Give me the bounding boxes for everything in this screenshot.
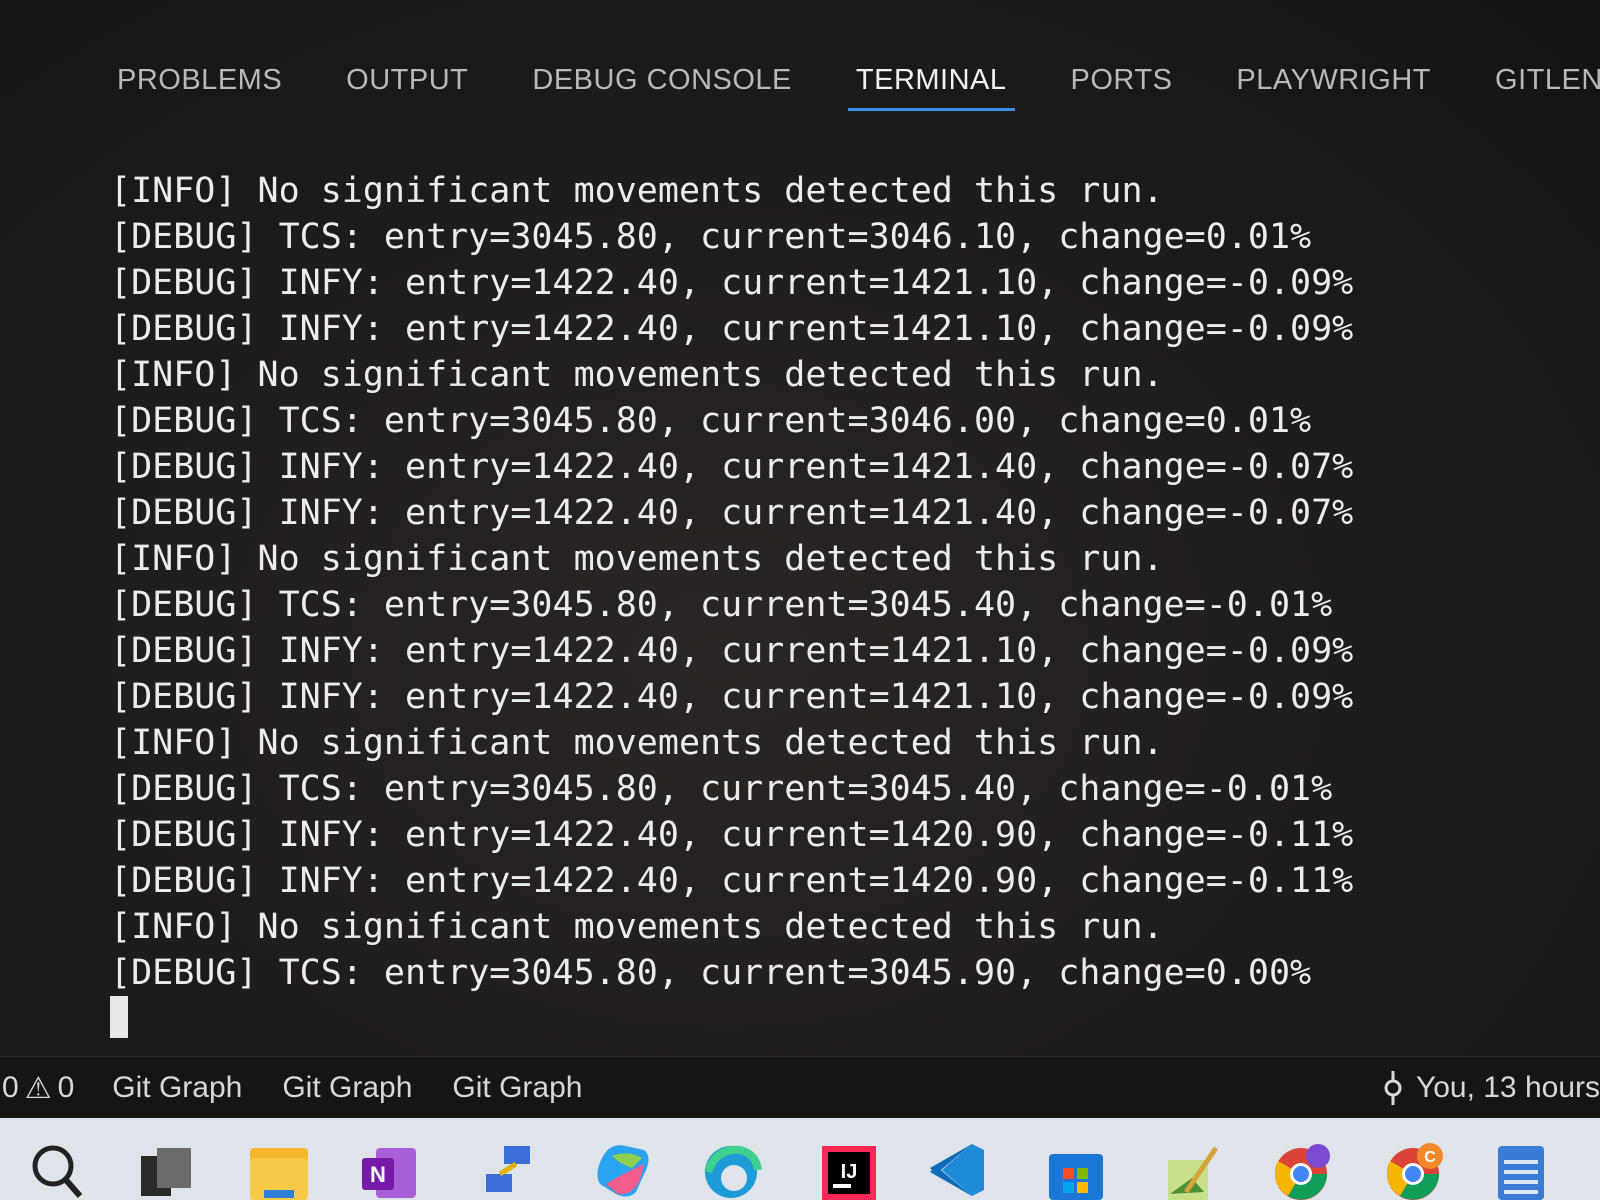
terminal-line: [INFO] No significant movements detected… bbox=[110, 907, 1164, 947]
terminal-line: [DEBUG] TCS: entry=3045.80, current=3046… bbox=[110, 401, 1312, 441]
onenote-icon[interactable]: N bbox=[358, 1134, 420, 1200]
terminal-line: [INFO] No significant movements detected… bbox=[110, 355, 1164, 395]
tab-playwright[interactable]: PLAYWRIGHT bbox=[1234, 58, 1433, 111]
svg-text:IJ: IJ bbox=[841, 1161, 858, 1183]
terminal-line: [INFO] No significant movements detected… bbox=[110, 723, 1164, 763]
git-graph-button[interactable]: Git Graph bbox=[452, 1071, 582, 1105]
terminal-line: [INFO] No significant movements detected… bbox=[110, 539, 1164, 579]
blame-text: You, 13 hours bbox=[1415, 1071, 1600, 1104]
git-graph-button[interactable]: Git Graph bbox=[282, 1071, 412, 1105]
terminal-line: [DEBUG] INFY: entry=1422.40, current=142… bbox=[110, 631, 1354, 671]
terminal-line: [DEBUG] INFY: entry=1422.40, current=142… bbox=[110, 447, 1354, 487]
warning-icon: ⚠ bbox=[24, 1071, 52, 1105]
terminal-line: [DEBUG] INFY: entry=1422.40, current=142… bbox=[110, 861, 1354, 901]
file-explorer-icon[interactable] bbox=[248, 1134, 310, 1200]
terminal-line: [DEBUG] TCS: entry=3045.80, current=3045… bbox=[110, 769, 1333, 809]
terminal-output[interactable]: [INFO] No significant movements detected… bbox=[110, 168, 1550, 1048]
tab-debug-console[interactable]: DEBUG CONSOLE bbox=[530, 58, 794, 111]
panel-tab-bar: PROBLEMS OUTPUT DEBUG CONSOLE TERMINAL P… bbox=[115, 58, 1600, 128]
tab-output[interactable]: OUTPUT bbox=[344, 58, 470, 111]
chrome-canary-icon[interactable]: C bbox=[1382, 1134, 1444, 1200]
intellij-icon[interactable]: IJ bbox=[818, 1134, 880, 1200]
terminal-line: [DEBUG] TCS: entry=3045.80, current=3046… bbox=[110, 217, 1312, 257]
vscode-window: PROBLEMS OUTPUT DEBUG CONSOLE TERMINAL P… bbox=[0, 0, 1600, 1200]
tab-terminal[interactable]: TERMINAL bbox=[847, 58, 1015, 111]
network-icon[interactable] bbox=[478, 1134, 540, 1200]
terminal-prompt-line bbox=[110, 996, 1550, 1042]
tab-gitlens[interactable]: GITLENS bbox=[1493, 58, 1600, 111]
tab-ports[interactable]: PORTS bbox=[1069, 58, 1175, 111]
git-graph-button[interactable]: Git Graph bbox=[112, 1071, 242, 1105]
terminal-line: [DEBUG] TCS: entry=3045.80, current=3045… bbox=[110, 953, 1312, 993]
notepad-edit-icon[interactable] bbox=[1162, 1134, 1224, 1200]
warnings-count: 0 bbox=[57, 1071, 75, 1104]
gitlens-blame[interactable]: You, 13 hours bbox=[1382, 1057, 1600, 1119]
copilot-icon[interactable] bbox=[592, 1134, 654, 1200]
terminal-line: [INFO] No significant movements detected… bbox=[110, 171, 1164, 211]
terminal-cursor bbox=[110, 996, 128, 1038]
errors-count: 0 bbox=[2, 1071, 19, 1104]
search-icon[interactable] bbox=[26, 1134, 88, 1200]
chrome-icon[interactable] bbox=[1270, 1134, 1332, 1200]
windows-taskbar: N IJ C bbox=[0, 1118, 1600, 1200]
vscode-icon[interactable] bbox=[928, 1134, 990, 1200]
git-commit-icon bbox=[1382, 1071, 1404, 1105]
task-view-icon[interactable] bbox=[135, 1134, 197, 1200]
terminal-line: [DEBUG] INFY: entry=1422.40, current=142… bbox=[110, 263, 1354, 303]
edge-icon[interactable] bbox=[700, 1134, 762, 1200]
status-bar: 0 ⚠ 0 Git Graph Git Graph Git Graph You,… bbox=[0, 1056, 1600, 1119]
notepad-icon[interactable] bbox=[1490, 1134, 1552, 1200]
microsoft-store-icon[interactable] bbox=[1045, 1134, 1107, 1200]
terminal-line: [DEBUG] INFY: entry=1422.40, current=142… bbox=[110, 493, 1354, 533]
terminal-line: [DEBUG] INFY: entry=1422.40, current=142… bbox=[110, 677, 1354, 717]
svg-text:N: N bbox=[370, 1162, 386, 1187]
svg-text:C: C bbox=[1424, 1149, 1436, 1166]
terminal-line: [DEBUG] INFY: entry=1422.40, current=142… bbox=[110, 309, 1354, 349]
tab-problems[interactable]: PROBLEMS bbox=[115, 58, 284, 111]
status-problems[interactable]: 0 ⚠ 0 bbox=[2, 1071, 74, 1106]
terminal-line: [DEBUG] INFY: entry=1422.40, current=142… bbox=[110, 815, 1354, 855]
terminal-line: [DEBUG] TCS: entry=3045.80, current=3045… bbox=[110, 585, 1333, 625]
